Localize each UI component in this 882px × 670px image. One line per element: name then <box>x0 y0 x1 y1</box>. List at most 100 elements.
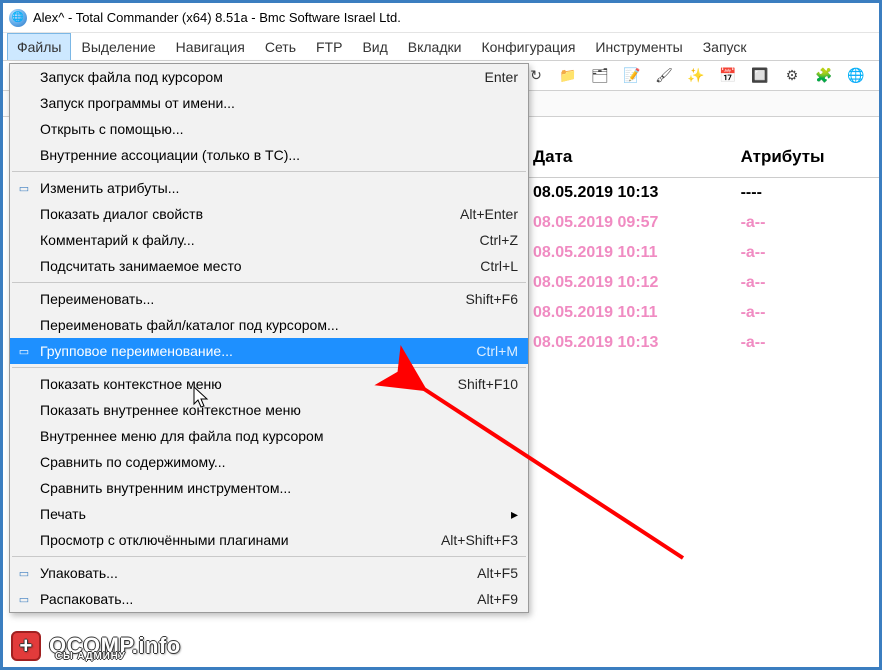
menu-навигация[interactable]: Навигация <box>166 33 255 60</box>
puzzle-icon[interactable]: 🧩 <box>813 65 835 87</box>
menu-item-shortcut: Alt+F5 <box>457 565 518 581</box>
cell-date: 08.05.2019 10:11 <box>523 238 731 268</box>
menu-вкладки[interactable]: Вкладки <box>398 33 472 60</box>
rename-group-icon: ▭ <box>16 343 32 359</box>
menu-item[interactable]: Показать контекстное менюShift+F10 <box>10 371 528 397</box>
unpack-icon: ▭ <box>16 591 32 607</box>
menu-bar: ФайлыВыделениеНавигацияСетьFTPВидВкладки… <box>3 33 879 61</box>
menu-вид[interactable]: Вид <box>352 33 397 60</box>
menu-item[interactable]: Переименовать файл/каталог под курсором.… <box>10 312 528 338</box>
menu-item-label: Комментарий к файлу... <box>40 232 460 248</box>
menu-item-label: Просмотр с отключёнными плагинами <box>40 532 421 548</box>
menu-item[interactable]: ▭ Изменить атрибуты... <box>10 175 528 201</box>
menu-item-label: Показать контекстное меню <box>40 376 438 392</box>
menu-item[interactable]: Подсчитать занимаемое местоCtrl+L <box>10 253 528 279</box>
table-row[interactable]: 08.05.2019 10:12-a-- <box>523 268 879 298</box>
menu-конфигурация[interactable]: Конфигурация <box>471 33 585 60</box>
table-row[interactable]: 08.05.2019 10:11-a-- <box>523 238 879 268</box>
title-bar: 🌐 Alex^ - Total Commander (x64) 8.51a - … <box>3 3 879 33</box>
menu-item-shortcut: Alt+Shift+F3 <box>421 532 518 548</box>
cell-attr: -a-- <box>731 328 879 358</box>
menu-item-shortcut: Shift+F10 <box>438 376 518 392</box>
file-list[interactable]: Дата Атрибуты 08.05.2019 10:13----08.05.… <box>523 139 879 358</box>
menu-item-label: Подсчитать занимаемое место <box>40 258 460 274</box>
menu-item-shortcut: Ctrl+Z <box>460 232 519 248</box>
notepad-icon[interactable]: 📝 <box>621 65 643 87</box>
column-header-attr[interactable]: Атрибуты <box>731 139 879 178</box>
menu-item-label: Групповое переименование... <box>40 343 456 359</box>
menu-item-label: Переименовать... <box>40 291 445 307</box>
menu-item[interactable]: ▭ Распаковать...Alt+F9 <box>10 586 528 612</box>
app-icon: 🌐 <box>9 9 27 27</box>
cell-attr: -a-- <box>731 298 879 328</box>
menu-item[interactable]: Показать диалог свойствAlt+Enter <box>10 201 528 227</box>
menu-item-label: Распаковать... <box>40 591 457 607</box>
window-title: Alex^ - Total Commander (x64) 8.51a - Bm… <box>33 10 401 25</box>
table-row[interactable]: 08.05.2019 10:11-a-- <box>523 298 879 328</box>
menu-item[interactable]: Запуск файла под курсоромEnter <box>10 64 528 90</box>
page-icon: ▭ <box>16 180 32 196</box>
menu-item[interactable]: Внутреннее меню для файла под курсором <box>10 423 528 449</box>
menu-item-label: Изменить атрибуты... <box>40 180 518 196</box>
menu-item[interactable]: Запуск программы от имени... <box>10 90 528 116</box>
menu-item-shortcut: Shift+F6 <box>445 291 518 307</box>
menu-item-shortcut: Alt+Enter <box>440 206 518 222</box>
menu-item-shortcut: Enter <box>465 69 518 85</box>
menu-файлы[interactable]: Файлы <box>7 33 71 60</box>
menu-item-label: Упаковать... <box>40 565 457 581</box>
menu-item-label: Печать <box>40 506 491 522</box>
window-icon[interactable]: 🔲 <box>749 65 771 87</box>
menu-item[interactable]: Открыть с помощью... <box>10 116 528 142</box>
menu-item[interactable]: Сравнить внутренним инструментом... <box>10 475 528 501</box>
menu-item[interactable]: ▭ Упаковать...Alt+F5 <box>10 560 528 586</box>
menu-item[interactable]: Внутренние ассоциации (только в TC)... <box>10 142 528 168</box>
menu-выделение[interactable]: Выделение <box>71 33 165 60</box>
menu-item[interactable]: ▭ Групповое переименование...Ctrl+M <box>10 338 528 364</box>
menu-item-label: Сравнить по содержимому... <box>40 454 518 470</box>
cell-date: 08.05.2019 10:12 <box>523 268 731 298</box>
gear-icon[interactable]: ⚙ <box>781 65 803 87</box>
menu-separator <box>12 282 526 283</box>
wand-icon[interactable]: ✨ <box>685 65 707 87</box>
cell-date: 08.05.2019 10:13 <box>523 178 731 209</box>
menu-item-label: Внутреннее меню для файла под курсором <box>40 428 518 444</box>
menu-item-shortcut: Alt+F9 <box>457 591 518 607</box>
cell-date: 08.05.2019 10:13 <box>523 328 731 358</box>
cell-date: 08.05.2019 10:11 <box>523 298 731 328</box>
menu-item-shortcut: Ctrl+L <box>460 258 518 274</box>
menu-item[interactable]: Комментарий к файлу...Ctrl+Z <box>10 227 528 253</box>
calendar-icon[interactable]: 📅 <box>717 65 739 87</box>
table-row[interactable]: 08.05.2019 09:57-a-- <box>523 208 879 238</box>
menu-ftp[interactable]: FTP <box>306 33 352 60</box>
pack-icon: ▭ <box>16 565 32 581</box>
menu-item[interactable]: Показать внутреннее контекстное меню <box>10 397 528 423</box>
cell-attr: -a-- <box>731 208 879 238</box>
cell-date: 08.05.2019 09:57 <box>523 208 731 238</box>
menu-item[interactable]: Сравнить по содержимому... <box>10 449 528 475</box>
brush-icon[interactable]: 🖌 <box>653 65 675 87</box>
plus-icon: + <box>11 631 41 661</box>
menu-item-label: Запуск программы от имени... <box>40 95 518 111</box>
menu-item-label: Запуск файла под курсором <box>40 69 465 85</box>
cell-attr: -a-- <box>731 238 879 268</box>
menu-инструменты[interactable]: Инструменты <box>585 33 692 60</box>
folder-icon[interactable]: 📁 <box>557 65 579 87</box>
menu-item[interactable]: Печать▸ <box>10 501 528 527</box>
cell-attr: ---- <box>731 178 879 209</box>
menu-item-label: Внутренние ассоциации (только в TC)... <box>40 147 518 163</box>
app-window: 🌐 Alex^ - Total Commander (x64) 8.51a - … <box>0 0 882 670</box>
table-row[interactable]: 08.05.2019 10:13---- <box>523 178 879 209</box>
menu-запуск[interactable]: Запуск <box>693 33 757 60</box>
globe-icon[interactable]: 🌐 <box>845 65 867 87</box>
table-row[interactable]: 08.05.2019 10:13-a-- <box>523 328 879 358</box>
menu-item-label: Показать диалог свойств <box>40 206 440 222</box>
menu-item-shortcut: Ctrl+M <box>456 343 518 359</box>
menu-separator <box>12 367 526 368</box>
column-header-date[interactable]: Дата <box>523 139 731 178</box>
explorer-icon[interactable]: 🗂 <box>589 65 611 87</box>
menu-сеть[interactable]: Сеть <box>255 33 306 60</box>
submenu-arrow-icon: ▸ <box>491 506 518 523</box>
menu-item[interactable]: Просмотр с отключёнными плагинамиAlt+Shi… <box>10 527 528 553</box>
cell-attr: -a-- <box>731 268 879 298</box>
menu-item[interactable]: Переименовать...Shift+F6 <box>10 286 528 312</box>
